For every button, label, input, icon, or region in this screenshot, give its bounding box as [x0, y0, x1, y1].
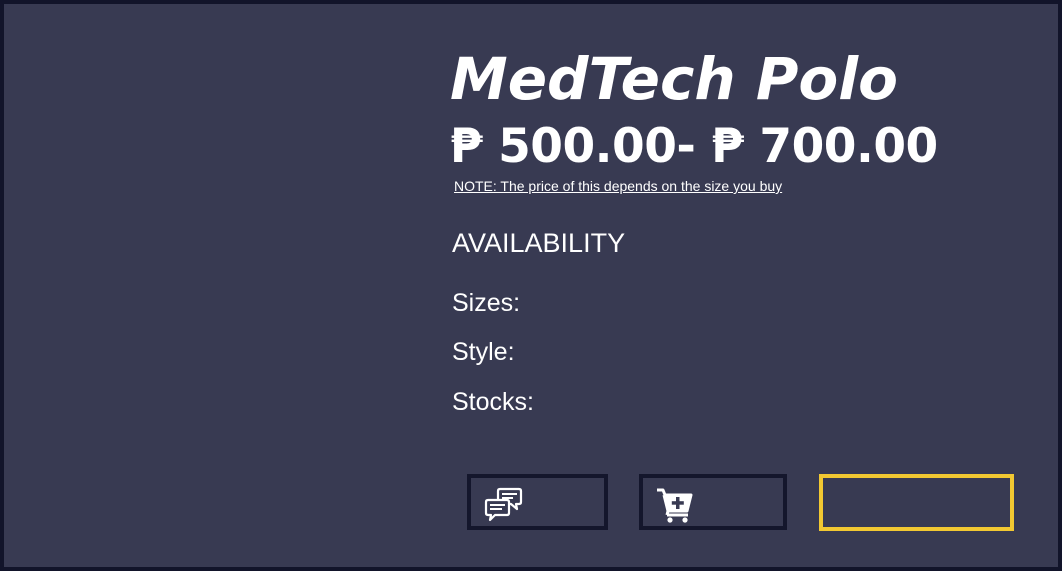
price-note: NOTE: The price of this depends on the s… — [454, 178, 783, 194]
add-to-cart-button[interactable] — [639, 474, 787, 530]
buy-now-button[interactable] — [819, 474, 1014, 531]
stocks-label: Stocks: — [452, 388, 534, 416]
availability-heading: AVAILABILITY — [452, 228, 626, 258]
product-image-area — [8, 8, 428, 568]
price-range: ₱ 500.00- ₱ 700.00 — [450, 119, 938, 174]
style-label: Style: — [452, 338, 515, 366]
chat-button[interactable] — [467, 474, 608, 530]
add-to-cart-icon — [655, 485, 695, 523]
chat-bubbles-icon — [483, 485, 523, 523]
sizes-label: Sizes: — [452, 289, 521, 317]
product-panel: MedTech Polo ₱ 500.00- ₱ 700.00 NOTE: Th… — [0, 0, 1062, 571]
product-title: MedTech Polo — [450, 45, 898, 113]
